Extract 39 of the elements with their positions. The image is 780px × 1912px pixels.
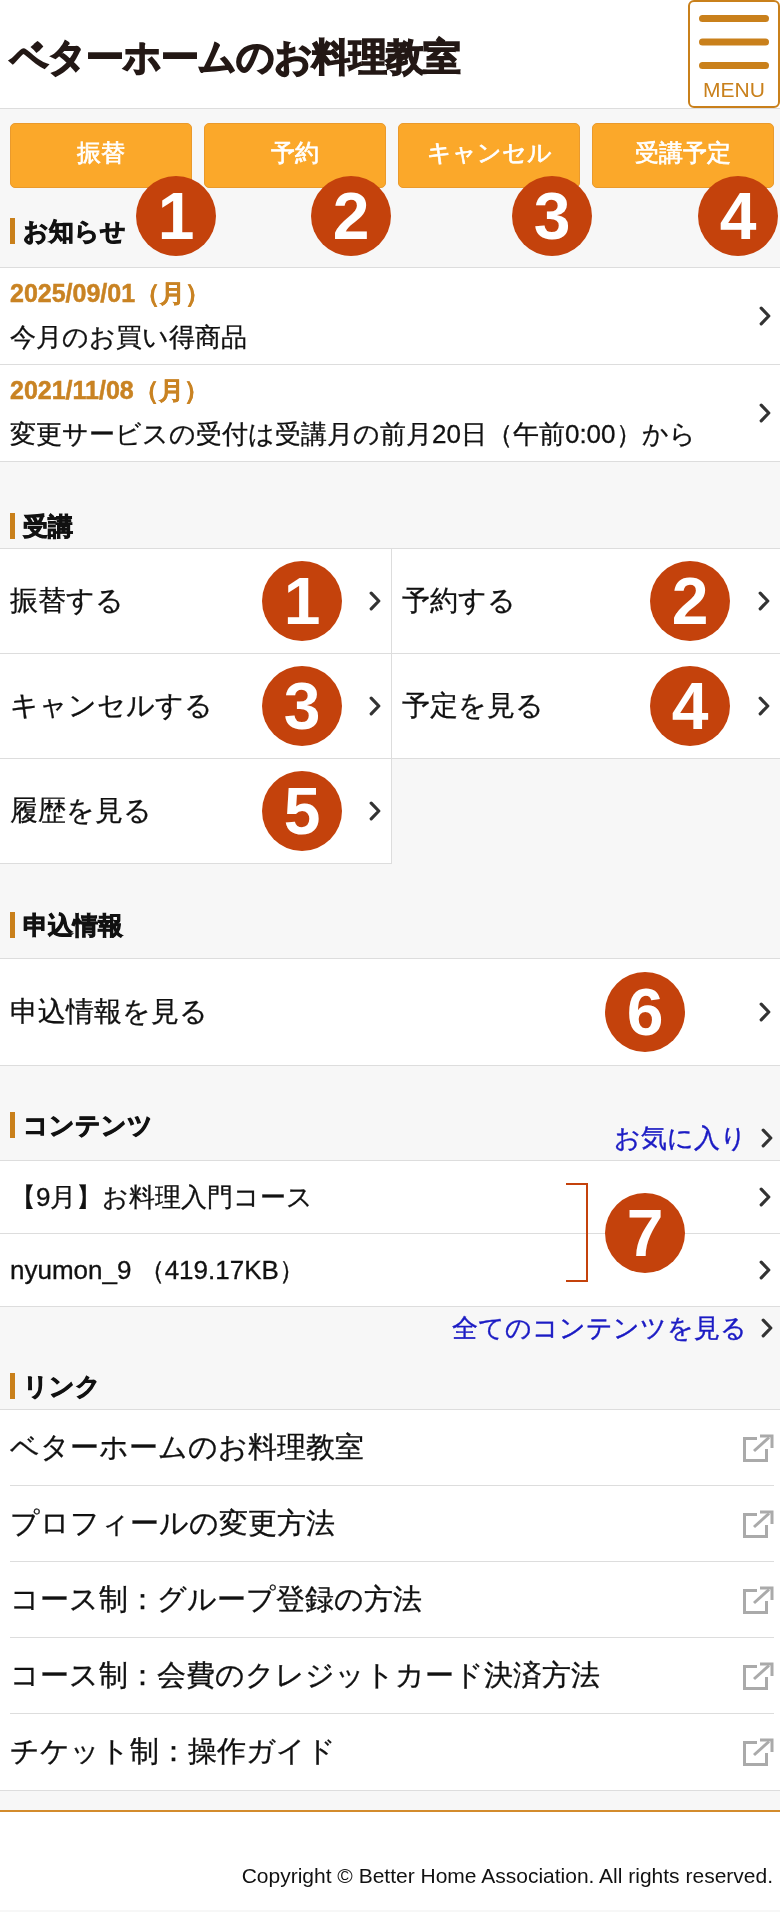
chevron-right-icon: [759, 403, 771, 423]
number-badge: 4: [698, 176, 778, 256]
external-link[interactable]: チケット制：操作ガイド: [0, 1714, 780, 1790]
chevron-right-icon: [369, 591, 381, 611]
chevron-right-icon: [759, 1260, 771, 1280]
chevron-right-icon: [759, 1002, 771, 1022]
number-badge: 3: [512, 176, 592, 256]
external-link[interactable]: プロフィールの変更方法: [0, 1486, 780, 1562]
number-badge: 1: [136, 176, 216, 256]
external-link-icon: [742, 1737, 774, 1767]
chevron-right-icon: [758, 696, 770, 716]
favorites-link[interactable]: お気に入り: [614, 1123, 780, 1153]
external-link[interactable]: コース制：グループ登録の方法: [0, 1562, 780, 1638]
external-link[interactable]: ベターホームのお料理教室: [0, 1410, 780, 1486]
external-link-icon: [742, 1661, 774, 1691]
external-link-icon: [742, 1585, 774, 1615]
all-contents-link[interactable]: 全てのコンテンツを見る: [452, 1313, 780, 1343]
external-link-icon: [742, 1433, 774, 1463]
chevron-right-icon: [759, 1187, 771, 1207]
section-heading: 受講: [10, 513, 73, 539]
notice-link[interactable]: 2021/11/08（月） 変更サービスの受付は受講月の前月20日（午前0:00）から: [0, 365, 780, 462]
menu-icon: [699, 15, 769, 69]
external-link-icon: [742, 1509, 774, 1539]
copyright-text: Copyright © Better Home Association. All rights reserved.: [241, 1863, 773, 1889]
section-heading: リンク: [10, 1373, 101, 1399]
chevron-right-icon: [761, 1318, 773, 1338]
chevron-right-icon: [761, 1128, 773, 1148]
chevron-right-icon: [369, 696, 381, 716]
section-heading: コンテンツ: [10, 1112, 153, 1138]
external-link[interactable]: コース制：会費のクレジットカード決済方法: [0, 1638, 780, 1714]
section-heading: 申込情報: [10, 912, 123, 938]
site-logo[interactable]: ベターホームのお料理教室: [10, 35, 460, 79]
chevron-right-icon: [758, 591, 770, 611]
section-heading: お知らせ: [10, 218, 126, 244]
chevron-right-icon: [369, 801, 381, 821]
bracket-icon: [566, 1183, 588, 1282]
chevron-right-icon: [759, 306, 771, 326]
number-badge: 2: [311, 176, 391, 256]
notice-link[interactable]: 2025/09/01（月） 今月のお買い得商品: [0, 268, 780, 365]
